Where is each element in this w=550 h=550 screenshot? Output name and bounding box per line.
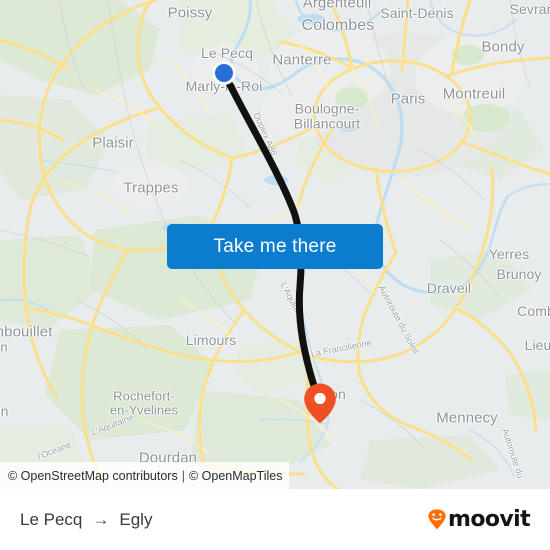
origin-marker[interactable] [212,61,236,85]
take-me-there-button[interactable]: Take me there [167,224,383,269]
map-attribution: © OpenStreetMap contributors | © OpenMap… [0,462,290,489]
route-origin-label: Le Pecq [20,509,83,529]
attribution-tiles[interactable]: © OpenMapTiles [189,469,283,483]
route-destination-label: Egly [119,509,153,529]
footer-bar: Le Pecq → Egly moovit [0,489,550,550]
moovit-logo[interactable]: moovit [427,506,531,532]
map-canvas[interactable]: .land { fill: #e9ecec; } .green { fill: … [0,0,550,489]
arrow-right-icon: → [92,510,110,529]
moovit-route-preview: .land { fill: #e9ecec; } .green { fill: … [0,0,550,550]
destination-marker[interactable] [303,382,337,424]
moovit-pin-icon [428,509,446,530]
route-summary: Le Pecq → Egly [20,510,152,530]
attribution-separator: | [181,468,185,483]
moovit-wordmark: moovit [448,506,531,532]
attribution-osm[interactable]: © OpenStreetMap contributors [8,469,178,483]
